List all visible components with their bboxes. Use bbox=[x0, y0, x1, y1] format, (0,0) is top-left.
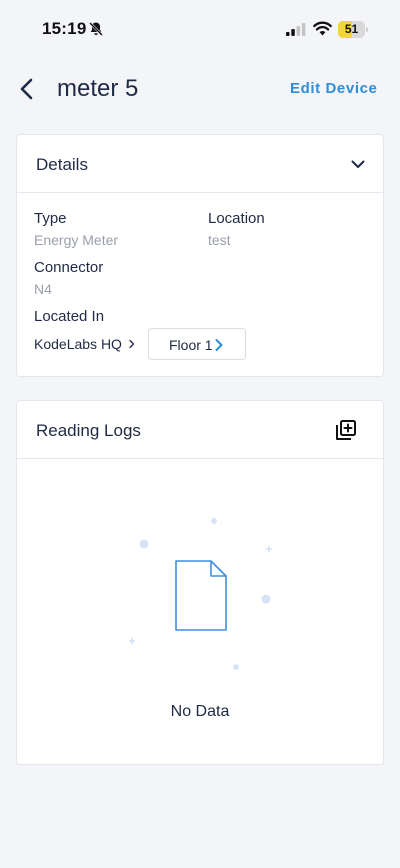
floor-button[interactable]: Floor 1 bbox=[148, 328, 246, 360]
back-button[interactable] bbox=[14, 74, 40, 104]
edit-device-button[interactable]: Edit Device bbox=[290, 80, 377, 97]
details-card: Details Type Energy Meter Location test … bbox=[16, 134, 384, 377]
page-title: meter 5 bbox=[57, 75, 139, 102]
battery-level: 51 bbox=[344, 22, 359, 36]
location-label: Location bbox=[208, 210, 265, 227]
type-label: Type bbox=[34, 210, 67, 227]
details-header[interactable]: Details bbox=[17, 135, 383, 193]
chevron-right-icon bbox=[129, 339, 135, 349]
reading-logs-header: Reading Logs bbox=[17, 401, 383, 459]
connector-label: Connector bbox=[34, 259, 104, 276]
building-breadcrumb[interactable]: KodeLabs HQ bbox=[34, 336, 122, 352]
details-title: Details bbox=[36, 155, 88, 174]
empty-document-icon bbox=[129, 518, 272, 670]
status-time: 15:19 bbox=[42, 19, 87, 38]
add-copy-icon[interactable] bbox=[335, 419, 357, 441]
signal-icon bbox=[286, 23, 306, 36]
chevron-down-icon[interactable] bbox=[349, 155, 367, 173]
located-in-label: Located In bbox=[34, 308, 105, 325]
status-bar: 15:19 51 bbox=[0, 0, 400, 58]
no-data-text: No Data bbox=[170, 703, 230, 720]
floor-label: Floor 1 bbox=[169, 337, 213, 353]
type-value: Energy Meter bbox=[34, 232, 119, 248]
battery-icon: 51 bbox=[338, 21, 368, 38]
connector-value: N4 bbox=[34, 281, 52, 297]
wifi-icon bbox=[313, 21, 332, 36]
location-value: test bbox=[208, 232, 231, 248]
chevron-right-icon bbox=[215, 339, 223, 351]
reading-logs-title: Reading Logs bbox=[36, 421, 141, 440]
reading-logs-card: Reading Logs No Data bbox=[16, 400, 384, 765]
bell-slash-icon bbox=[89, 22, 103, 36]
